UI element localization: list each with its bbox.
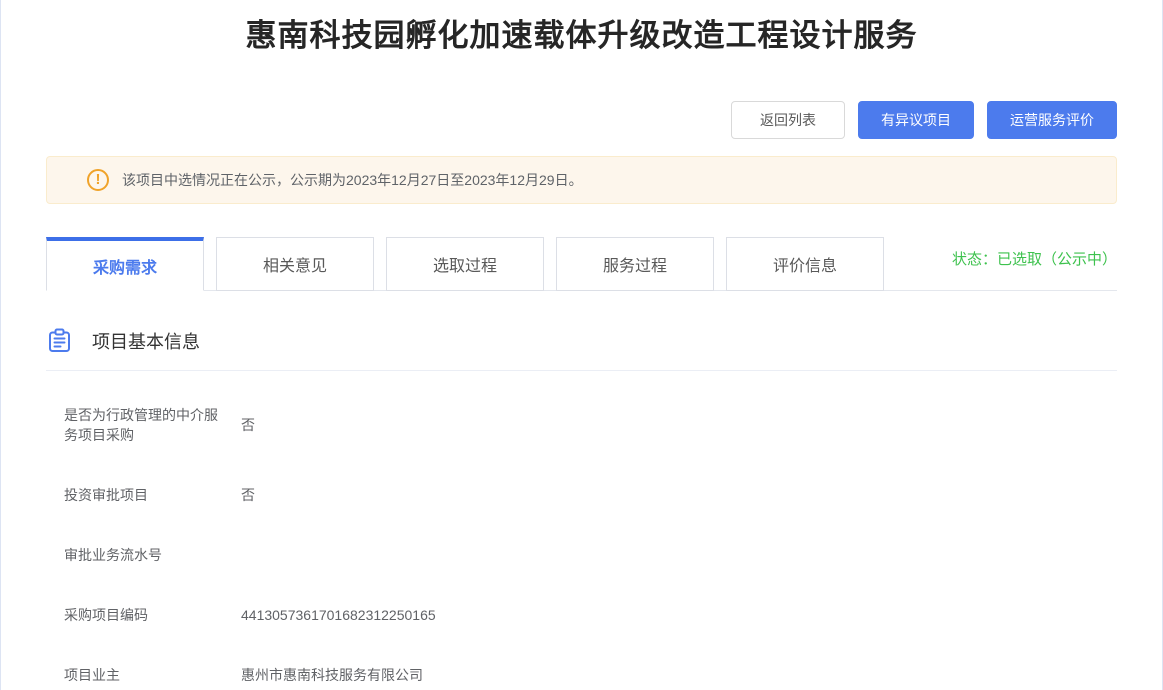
public-notice-banner: ! 该项目中选情况正在公示，公示期为2023年12月27日至2023年12月29… [46, 156, 1117, 204]
field-label: 项目业主 [64, 665, 226, 685]
toolbar: 返回列表 有异议项目 运营服务评价 [1, 101, 1162, 139]
field-row-investment-approval: 投资审批项目 否 [64, 485, 1117, 505]
tab-procurement-demand[interactable]: 采购需求 [46, 237, 204, 291]
field-value: 否 [241, 415, 255, 435]
field-label: 审批业务流水号 [64, 545, 226, 565]
status-badge: 状态：已选取（公示中） [952, 237, 1117, 290]
field-label: 是否为行政管理的中介服务项目采购 [64, 405, 226, 445]
field-value: 否 [241, 485, 255, 505]
operation-service-evaluation-button[interactable]: 运营服务评价 [987, 101, 1117, 139]
field-row-approval-serial-number: 审批业务流水号 [64, 545, 1117, 565]
field-label: 投资审批项目 [64, 485, 226, 505]
public-notice-text: 该项目中选情况正在公示，公示期为2023年12月27日至2023年12月29日。 [122, 170, 583, 190]
objection-project-button[interactable]: 有异议项目 [858, 101, 974, 139]
back-to-list-button[interactable]: 返回列表 [731, 101, 845, 139]
tab-evaluation-info[interactable]: 评价信息 [726, 237, 884, 291]
section-title: 项目基本信息 [92, 328, 200, 354]
tab-related-opinions[interactable]: 相关意见 [216, 237, 374, 291]
basic-info-fields: 是否为行政管理的中介服务项目采购 否 投资审批项目 否 审批业务流水号 采购项目… [64, 405, 1117, 685]
field-row-procurement-project-code: 采购项目编码 4413057361701682312250165 [64, 605, 1117, 625]
field-row-intermediary-service: 是否为行政管理的中介服务项目采购 否 [64, 405, 1117, 445]
warning-circle-icon: ! [87, 169, 109, 191]
field-value: 惠州市惠南科技服务有限公司 [241, 665, 423, 685]
tab-service-process[interactable]: 服务过程 [556, 237, 714, 291]
field-value: 4413057361701682312250165 [241, 605, 436, 625]
section-header-basic-info: 项目基本信息 [46, 327, 1117, 354]
page-title: 惠南科技园孵化加速载体升级改造工程设计服务 [1, 17, 1162, 55]
field-row-project-owner: 项目业主 惠州市惠南科技服务有限公司 [64, 665, 1117, 685]
project-detail-page: 惠南科技园孵化加速载体升级改造工程设计服务 返回列表 有异议项目 运营服务评价 … [0, 0, 1163, 690]
tab-bar: 采购需求 相关意见 选取过程 服务过程 评价信息 状态：已选取（公示中） [46, 237, 1117, 291]
section-divider [46, 370, 1117, 371]
tab-selection-process[interactable]: 选取过程 [386, 237, 544, 291]
clipboard-icon [46, 327, 73, 354]
field-label: 采购项目编码 [64, 605, 226, 625]
